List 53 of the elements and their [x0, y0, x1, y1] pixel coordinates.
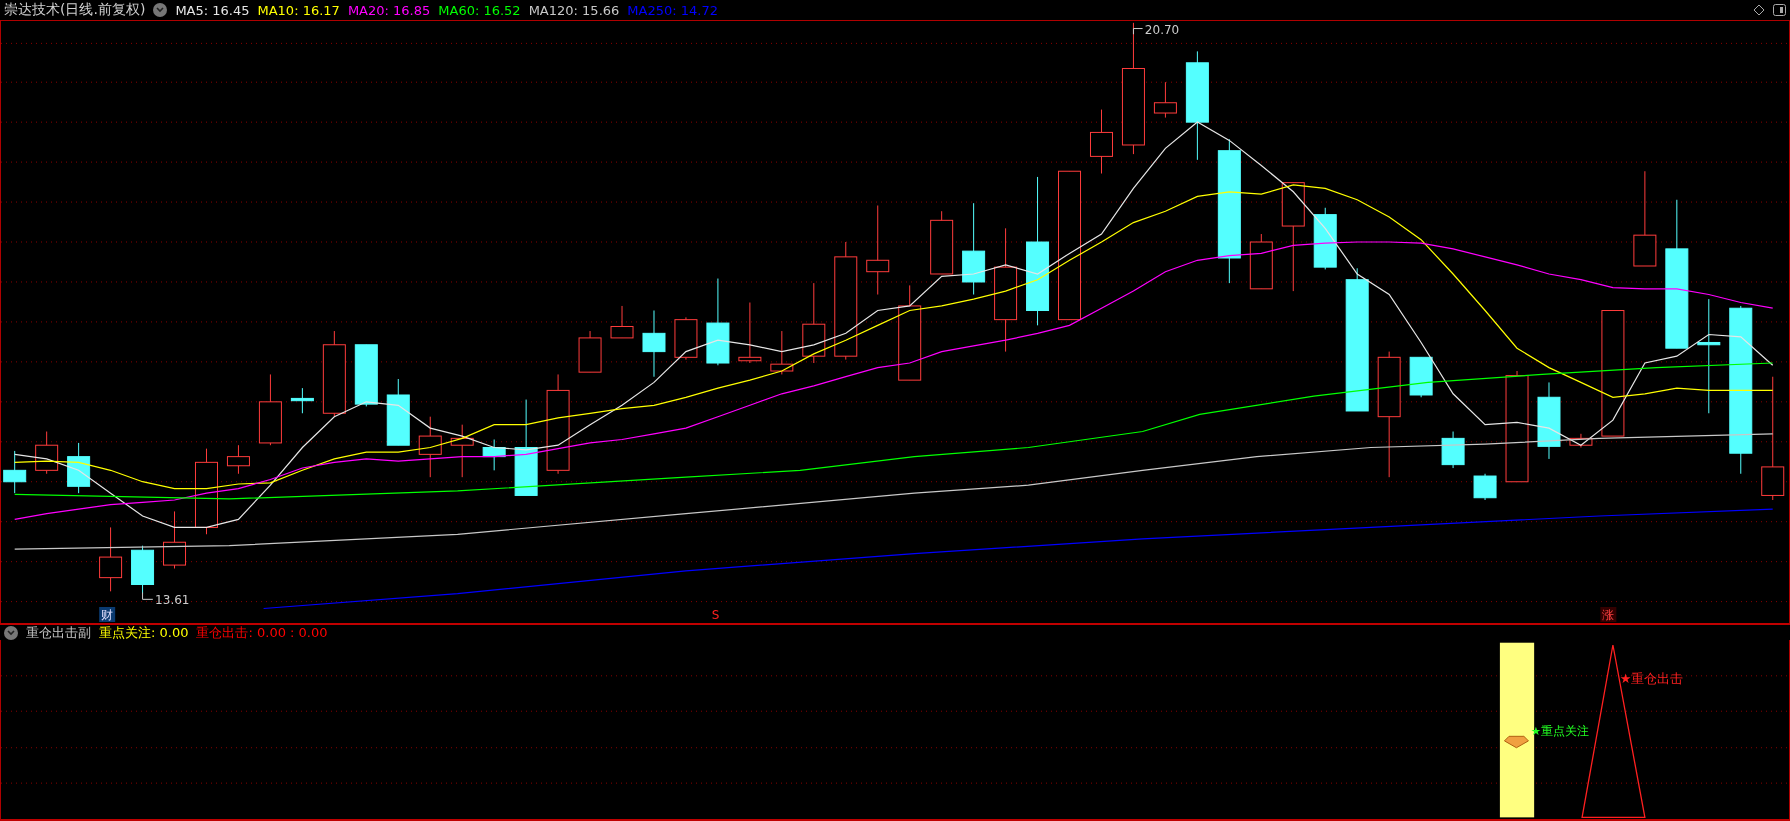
indicator-value: MA120: 15.66	[528, 2, 620, 18]
candlestick	[226, 444, 250, 475]
candlestick	[642, 310, 666, 378]
candlestick	[354, 344, 378, 407]
candlestick	[578, 330, 602, 373]
gem-icon	[1503, 735, 1529, 749]
candlestick	[386, 378, 410, 446]
panel-toggle-icon[interactable]	[1773, 4, 1786, 16]
candlestick	[3, 450, 27, 494]
collapse-button[interactable]	[4, 625, 18, 640]
candlestick	[1409, 356, 1433, 398]
candlestick	[1313, 207, 1337, 270]
candlestick	[674, 316, 698, 361]
indicator-value: MA250: 14.72	[627, 2, 718, 18]
candlestick	[610, 305, 634, 339]
candlestick	[1473, 473, 1497, 501]
collapse-button[interactable]	[153, 3, 168, 17]
high-price-label: 20.70	[1144, 23, 1180, 38]
indicator-value: MA10: 16.17	[257, 2, 340, 18]
candlestick	[738, 302, 762, 364]
leader-line	[1132, 28, 1144, 35]
event-marker[interactable]: S	[707, 607, 724, 622]
candlestick	[131, 545, 155, 595]
candlestick	[1090, 109, 1113, 174]
leader-line	[142, 592, 154, 600]
indicator-value: MA60: 16.52	[438, 2, 521, 18]
indicator-value: 重仓出击: 0.00 : 0.00	[196, 623, 328, 642]
candlestick	[770, 330, 794, 375]
diamond-icon[interactable]	[1753, 4, 1765, 16]
indicator-value: MA20: 16.85	[347, 2, 431, 18]
candlestick	[290, 387, 314, 414]
chevron-icon	[7, 629, 15, 636]
indicator-title: 重仓出击副	[26, 623, 91, 642]
chart-title: 崇达技术(日线.前复权)	[4, 1, 146, 19]
candlestick	[1153, 81, 1177, 119]
candlestick	[67, 442, 91, 494]
candlestick	[930, 210, 954, 275]
candlestick	[418, 416, 442, 478]
indicator-value: MA5: 16.45	[175, 2, 250, 18]
candlestick	[1569, 433, 1593, 448]
event-marker[interactable]: 涨	[1600, 607, 1617, 622]
signal-label: ★重仓出击	[1619, 670, 1684, 686]
candlestick	[1249, 233, 1273, 290]
event-marker[interactable]: 财	[99, 607, 116, 622]
candlestick	[450, 424, 474, 478]
indicator-value: 重点关注: 0.00	[99, 623, 189, 642]
candlestick	[482, 439, 506, 471]
candlestick	[1441, 431, 1465, 469]
chevron-icon	[156, 7, 165, 13]
candlestick	[163, 510, 186, 569]
candlestick	[99, 526, 123, 592]
candlestick	[35, 431, 59, 475]
low-price-label: 13.61	[155, 592, 190, 607]
